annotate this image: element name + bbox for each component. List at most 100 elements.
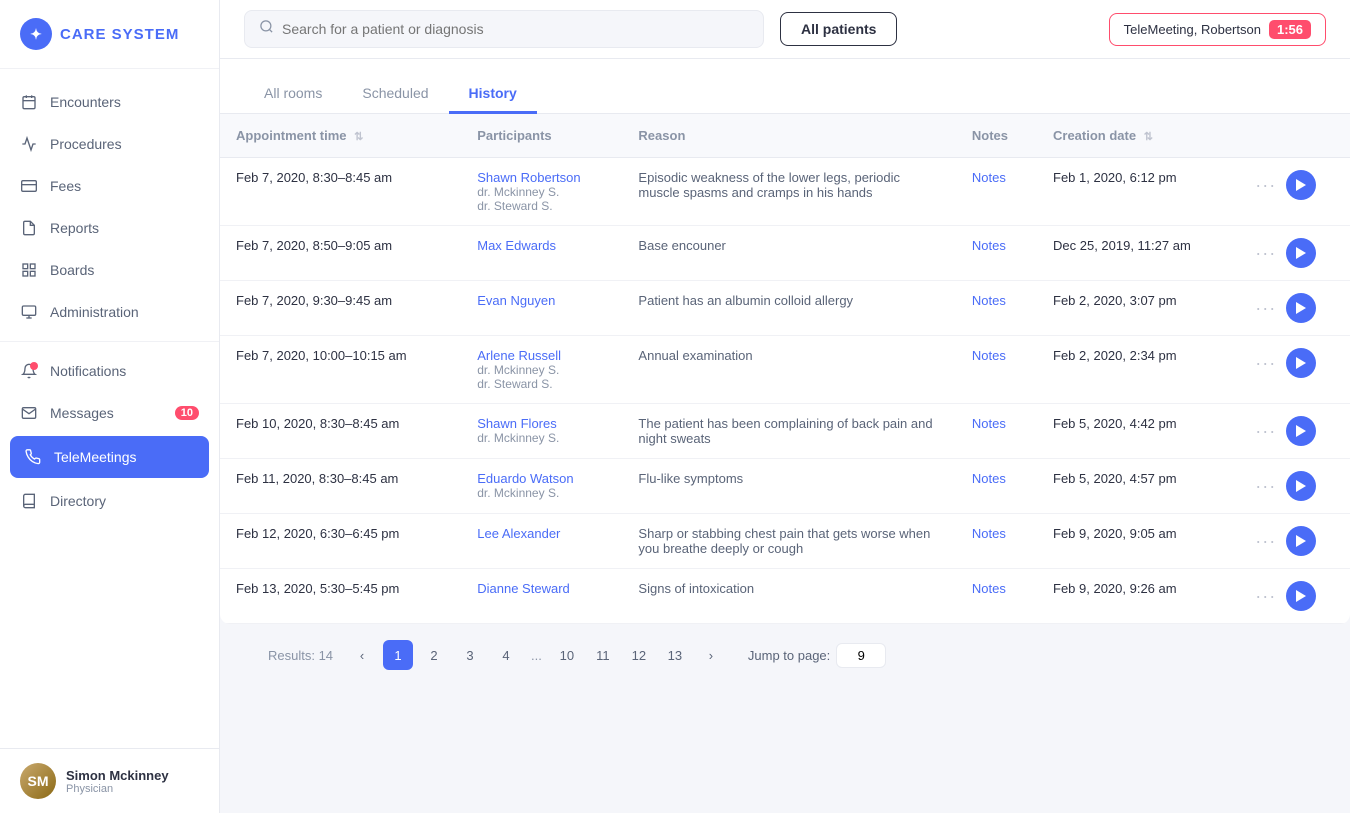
prev-page-button[interactable]: ‹ <box>347 640 377 670</box>
next-page-button[interactable]: › <box>696 640 726 670</box>
activity-icon <box>20 135 38 153</box>
creation-date-cell: Feb 5, 2020, 4:57 pm <box>1037 459 1239 514</box>
sidebar-item-procedures[interactable]: Procedures <box>0 123 219 165</box>
tab-scheduled[interactable]: Scheduled <box>342 75 448 114</box>
more-actions-button[interactable]: ··· <box>1255 175 1276 196</box>
actions-cell: ··· <box>1239 158 1350 226</box>
more-actions-button[interactable]: ··· <box>1255 298 1276 319</box>
creation-date-cell: Feb 9, 2020, 9:26 am <box>1037 569 1239 624</box>
page-btn-1[interactable]: 1 <box>383 640 413 670</box>
more-actions-button[interactable]: ··· <box>1255 531 1276 552</box>
all-patients-button[interactable]: All patients <box>780 12 897 46</box>
more-actions-button[interactable]: ··· <box>1255 243 1276 264</box>
appointment-time-cell: Feb 7, 2020, 8:50–9:05 am <box>220 226 461 281</box>
actions-cell: ··· <box>1239 459 1350 514</box>
search-input[interactable] <box>282 21 749 37</box>
doctor-name: dr. Mckinney S. <box>477 486 606 500</box>
play-button[interactable] <box>1286 170 1316 200</box>
page-btn-10[interactable]: 10 <box>552 640 582 670</box>
sidebar-item-directory[interactable]: Directory <box>0 480 219 522</box>
topbar: All patients TeleMeeting, Robertson 1:56 <box>220 0 1350 59</box>
col-creation-date[interactable]: Creation date ⇅ <box>1037 114 1239 158</box>
sidebar-item-label: Boards <box>50 262 94 278</box>
notes-link[interactable]: Notes <box>972 293 1006 308</box>
sidebar-user: SM Simon Mckinney Physician <box>0 748 219 813</box>
page-btn-3[interactable]: 3 <box>455 640 485 670</box>
play-button[interactable] <box>1286 471 1316 501</box>
participant-link[interactable]: Lee Alexander <box>477 526 606 541</box>
creation-date-cell: Feb 9, 2020, 9:05 am <box>1037 514 1239 569</box>
participant-link[interactable]: Shawn Flores <box>477 416 606 431</box>
table-row: Feb 7, 2020, 10:00–10:15 amArlene Russel… <box>220 336 1350 404</box>
appointment-time-cell: Feb 12, 2020, 6:30–6:45 pm <box>220 514 461 569</box>
tab-history[interactable]: History <box>449 75 537 114</box>
play-button[interactable] <box>1286 348 1316 378</box>
notes-link[interactable]: Notes <box>972 170 1006 185</box>
tab-all-rooms[interactable]: All rooms <box>244 75 342 114</box>
sidebar-item-boards[interactable]: Boards <box>0 249 219 291</box>
participants-cell: Lee Alexander <box>461 514 622 569</box>
sidebar-item-label: Directory <box>50 493 106 509</box>
sidebar-item-label: Administration <box>50 304 139 320</box>
sidebar-item-notifications[interactable]: Notifications <box>0 350 219 392</box>
play-button[interactable] <box>1286 238 1316 268</box>
notes-link[interactable]: Notes <box>972 238 1006 253</box>
tabs: All rooms Scheduled History <box>220 59 1350 114</box>
participants-cell: Arlene Russelldr. Mckinney S.dr. Steward… <box>461 336 622 404</box>
reason-cell: Sharp or stabbing chest pain that gets w… <box>622 514 955 569</box>
appointment-time-cell: Feb 7, 2020, 10:00–10:15 am <box>220 336 461 404</box>
notes-link[interactable]: Notes <box>972 416 1006 431</box>
appointment-time-cell: Feb 11, 2020, 8:30–8:45 am <box>220 459 461 514</box>
play-button[interactable] <box>1286 581 1316 611</box>
table-row: Feb 12, 2020, 6:30–6:45 pm Lee Alexander S… <box>220 514 1350 569</box>
jump-to-page-input[interactable] <box>836 643 886 668</box>
reason-cell: Annual examination <box>622 336 955 404</box>
sidebar-item-label: Procedures <box>50 136 122 152</box>
appointment-time-cell: Feb 10, 2020, 8:30–8:45 am <box>220 404 461 459</box>
reason-cell: Base encouner <box>622 226 955 281</box>
page-btn-4[interactable]: 4 <box>491 640 521 670</box>
notes-cell: Notes <box>956 459 1037 514</box>
more-actions-button[interactable]: ··· <box>1255 421 1276 442</box>
participants-cell: Shawn Robertsondr. Mckinney S.dr. Stewar… <box>461 158 622 226</box>
doctor-name: dr. Mckinney S. <box>477 431 606 445</box>
participant-link[interactable]: Shawn Robertson <box>477 170 606 185</box>
telemeting-badge: TeleMeeting, Robertson 1:56 <box>1109 13 1326 46</box>
notes-link[interactable]: Notes <box>972 471 1006 486</box>
sidebar-item-encounters[interactable]: Encounters <box>0 81 219 123</box>
sort-icon: ⇅ <box>354 131 363 143</box>
page-btn-11[interactable]: 11 <box>588 640 618 670</box>
notes-cell: Notes <box>956 158 1037 226</box>
table-row: Feb 7, 2020, 9:30–9:45 amEvan NguyenPati… <box>220 281 1350 336</box>
actions-cell: ··· <box>1239 404 1350 459</box>
more-actions-button[interactable]: ··· <box>1255 476 1276 497</box>
page-btn-2[interactable]: 2 <box>419 640 449 670</box>
search-box[interactable] <box>244 10 764 48</box>
participant-link[interactable]: Max Edwards <box>477 238 606 253</box>
participant-link[interactable]: Evan Nguyen <box>477 293 606 308</box>
participant-link[interactable]: Arlene Russell <box>477 348 606 363</box>
more-actions-button[interactable]: ··· <box>1255 586 1276 607</box>
participants-cell: Max Edwards <box>461 226 622 281</box>
notes-link[interactable]: Notes <box>972 581 1006 596</box>
calendar-icon <box>20 93 38 111</box>
more-actions-button[interactable]: ··· <box>1255 353 1276 374</box>
notes-link[interactable]: Notes <box>972 526 1006 541</box>
page-btn-12[interactable]: 12 <box>624 640 654 670</box>
play-button[interactable] <box>1286 416 1316 446</box>
sidebar-item-telemeetings[interactable]: TeleMeetings <box>10 436 209 478</box>
col-appointment-time[interactable]: Appointment time ⇅ <box>220 114 461 158</box>
participant-link[interactable]: Dianne Steward <box>477 581 606 596</box>
sidebar-item-label: Reports <box>50 220 99 236</box>
sidebar-item-administration[interactable]: Administration <box>0 291 219 333</box>
participant-link[interactable]: Eduardo Watson <box>477 471 606 486</box>
sidebar-item-reports[interactable]: Reports <box>0 207 219 249</box>
sidebar-item-messages[interactable]: Messages 10 <box>0 392 219 434</box>
notes-link[interactable]: Notes <box>972 348 1006 363</box>
notes-cell: Notes <box>956 336 1037 404</box>
sidebar-item-fees[interactable]: Fees <box>0 165 219 207</box>
play-button[interactable] <box>1286 293 1316 323</box>
page-btn-13[interactable]: 13 <box>660 640 690 670</box>
play-button[interactable] <box>1286 526 1316 556</box>
appointments-table: Appointment time ⇅ Participants Reason N… <box>220 114 1350 624</box>
